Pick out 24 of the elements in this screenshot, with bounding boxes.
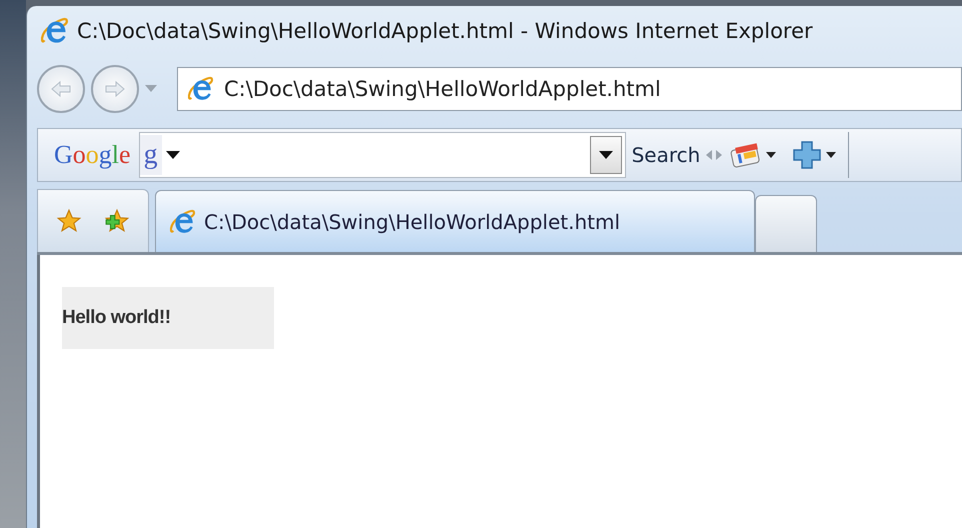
dropdown-button[interactable] [590, 136, 622, 174]
address-field[interactable]: C:\Doc\data\Swing\HelloWorldApplet.html [177, 67, 962, 111]
search-button[interactable]: Search [626, 143, 706, 167]
caret-icon[interactable] [166, 151, 180, 159]
browser-logo-icon [170, 208, 196, 234]
applet-text: Hello world!! [62, 307, 171, 329]
new-tab-button[interactable] [755, 195, 817, 252]
browser-logo-icon [188, 76, 214, 102]
plus-icon [792, 140, 822, 170]
browser-tab[interactable]: C:\Doc\data\Swing\HelloWorldApplet.html [155, 190, 755, 252]
chevron-icon [706, 149, 722, 161]
caret-icon [826, 152, 836, 158]
forward-arrow-icon [104, 80, 126, 98]
google-logo: Google [53, 140, 132, 170]
back-arrow-icon [50, 80, 72, 98]
forward-button[interactable] [91, 65, 139, 113]
caret-icon [766, 152, 776, 158]
window-title: C:\Doc\data\Swing\HelloWorldApplet.html - Windows Internet Explorer [77, 19, 813, 43]
search-field[interactable]: g [138, 132, 626, 178]
caret-icon [598, 151, 613, 159]
add-favorite-icon[interactable] [104, 208, 130, 234]
back-button[interactable] [37, 65, 85, 113]
favorites-star-icon[interactable] [56, 208, 82, 234]
browser-logo-icon [41, 17, 69, 45]
